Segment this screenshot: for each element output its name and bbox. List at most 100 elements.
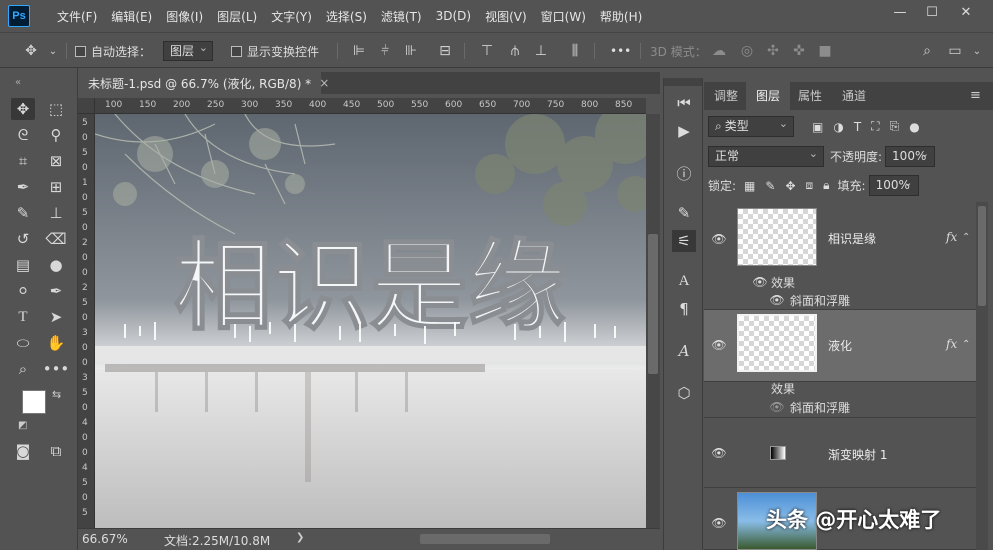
vertical-scrollbar[interactable] [646, 114, 660, 528]
layer-effects-fx-icon[interactable]: fx [946, 230, 957, 244]
3d-pan-icon[interactable]: ✣ [764, 42, 782, 60]
distribute-horizontal-icon[interactable]: ⊟ [436, 42, 454, 60]
filter-shape-icon[interactable]: ⛶ [871, 119, 879, 134]
move-tool-icon[interactable]: ✥ [11, 98, 35, 120]
lock-transparent-icon[interactable]: ▦ [744, 179, 755, 193]
paragraph-panel-icon[interactable]: ¶ [672, 298, 696, 320]
maximize-button[interactable]: ☐ [916, 0, 948, 24]
lock-position-icon[interactable]: ✥ [785, 179, 795, 193]
visibility-eye-icon[interactable]: 👁︎ [711, 338, 726, 352]
eraser-tool-icon[interactable]: ⌫ [44, 228, 68, 250]
history-brush-tool-icon[interactable]: ↺ [11, 228, 35, 250]
3d-panel-icon[interactable]: ⬡ [672, 382, 696, 404]
align-vertical-center-icon[interactable]: ⫛ [506, 42, 524, 60]
tab-properties[interactable]: 属性 [788, 82, 832, 110]
quick-select-tool-icon[interactable]: ⚲ [44, 124, 68, 146]
filter-pixel-icon[interactable]: ▣ [812, 120, 823, 134]
effects-visibility-eye-icon[interactable]: 👁︎ [752, 275, 767, 289]
blur-tool-icon[interactable]: ● [44, 254, 68, 276]
menu-edit[interactable]: 编辑(E) [104, 8, 159, 25]
quick-mask-icon[interactable]: ◙ [11, 440, 35, 462]
expand-effects-chevron-icon[interactable]: ⌃ [962, 232, 970, 243]
swap-colors-icon[interactable]: ⇆ [52, 388, 61, 401]
zoom-level[interactable]: 66.67% [82, 532, 128, 546]
menu-window[interactable]: 窗口(W) [534, 8, 593, 25]
3d-orbit-icon[interactable]: ☁ [710, 42, 728, 60]
menu-view[interactable]: 视图(V) [478, 8, 534, 25]
collapse-icon[interactable]: « [6, 71, 30, 93]
tab-layers[interactable]: 图层 [746, 82, 791, 110]
scrollbar-thumb[interactable] [978, 206, 986, 306]
menu-3d[interactable]: 3D(D) [429, 9, 478, 23]
layer-name[interactable]: 液化 [828, 337, 852, 354]
menu-select[interactable]: 选择(S) [319, 8, 374, 25]
info-panel-icon[interactable]: ⓘ [672, 162, 696, 184]
bevel-emboss-eye-icon[interactable]: 👁︎ [769, 400, 784, 414]
workspace-icon[interactable]: ▭ [946, 42, 964, 60]
align-left-icon[interactable]: ⊫ [350, 42, 368, 60]
visibility-eye-icon[interactable]: 👁︎ [711, 516, 726, 530]
3d-camera-icon[interactable]: ■ [816, 42, 834, 60]
actions-play-icon[interactable]: ▶ [672, 120, 696, 142]
layer-row-text[interactable]: 👁︎ 相识是缘 fx ⌃ 👁︎ 效果 👁︎ 斜面和浮雕 [704, 202, 976, 310]
gradient-tool-icon[interactable]: ▤ [11, 254, 35, 276]
bevel-emboss-eye-icon[interactable]: 👁︎ [769, 293, 784, 307]
menu-image[interactable]: 图像(I) [159, 8, 210, 25]
document-canvas[interactable]: 相识是缘 [95, 114, 646, 528]
menu-file[interactable]: 文件(F) [50, 8, 104, 25]
minimize-button[interactable]: — [884, 0, 916, 24]
horizontal-scrollbar-thumb[interactable] [420, 534, 550, 544]
crop-tool-icon[interactable]: ⌗ [11, 150, 35, 172]
type-tool-icon[interactable]: T [11, 306, 35, 328]
auto-select-checkbox[interactable] [75, 45, 86, 57]
layer-name[interactable]: 渐变映射 1 [828, 446, 887, 463]
lock-all-icon[interactable]: 🔒︎ [823, 178, 829, 193]
ellipse-tool-icon[interactable]: ⬭ [11, 332, 35, 354]
bevel-emboss-effect[interactable]: 斜面和浮雕 [790, 292, 850, 309]
glyphs-panel-icon[interactable]: A [672, 340, 696, 362]
document-tab[interactable]: 未标题-1.psd @ 66.7% (液化, RGB/8) * × [78, 72, 329, 94]
show-transform-checkbox[interactable] [231, 45, 242, 57]
layer-row-liquify[interactable]: 👁︎ 液化 fx ⌃ [704, 310, 976, 382]
layers-scrollbar[interactable] [976, 202, 988, 550]
blend-mode-dropdown[interactable]: 正常 [708, 144, 824, 167]
layer-row-gradient-map[interactable]: 👁︎ 渐变映射 1 [704, 418, 976, 488]
pen-tool-icon[interactable]: ✒ [44, 280, 68, 302]
visibility-eye-icon[interactable]: 👁︎ [711, 446, 726, 460]
more-options-button[interactable]: ••• [610, 41, 631, 61]
menu-type[interactable]: 文字(Y) [264, 8, 319, 25]
close-window-button[interactable]: ✕ [950, 0, 982, 24]
menu-filter[interactable]: 滤镜(T) [374, 8, 429, 25]
align-right-icon[interactable]: ⊪ [402, 42, 420, 60]
tab-channels[interactable]: 通道 [832, 82, 876, 110]
lock-artboard-icon[interactable]: ⧈ [806, 178, 814, 193]
opacity-input[interactable]: 100% [885, 144, 936, 167]
status-menu-arrow-icon[interactable]: ❯ [296, 532, 304, 543]
distribute-vertical-icon[interactable]: ⫼ [566, 42, 584, 60]
default-colors-icon[interactable]: ◩ [18, 420, 27, 431]
tool-preset-chevron-icon[interactable]: ⌄ [44, 42, 62, 60]
filter-type-icon[interactable]: T [854, 120, 861, 134]
filter-kind-dropdown[interactable]: ⌕ 类型 [708, 114, 794, 137]
menu-help[interactable]: 帮助(H) [593, 8, 649, 25]
expand-effects-chevron-icon[interactable]: ⌃ [962, 339, 970, 350]
panel-menu-icon[interactable]: ≡ [970, 88, 981, 103]
brush-settings-icon[interactable]: ✎ [672, 202, 696, 224]
close-document-icon[interactable]: × [319, 76, 329, 90]
move-tool-icon[interactable]: ✥ [22, 42, 40, 60]
align-bottom-icon[interactable]: ⊥ [532, 42, 550, 60]
align-top-icon[interactable]: ⊤ [478, 42, 496, 60]
3d-roll-icon[interactable]: ◎ [738, 42, 756, 60]
character-panel-icon[interactable]: A [672, 270, 696, 292]
search-icon[interactable]: ⌕ [918, 42, 936, 60]
filter-adjustment-icon[interactable]: ◑ [833, 120, 843, 134]
history-panel-icon[interactable]: ⏮ [672, 92, 696, 114]
healing-brush-tool-icon[interactable]: ⊞ [44, 176, 68, 198]
zoom-tool-icon[interactable]: ⌕ [11, 358, 35, 380]
hand-tool-icon[interactable]: ✋ [44, 332, 68, 354]
layer-name[interactable]: 相识是缘 [828, 230, 876, 247]
lasso-tool-icon[interactable]: ᘓ [11, 124, 35, 146]
scrollbar-thumb[interactable] [648, 234, 658, 374]
filter-smart-object-icon[interactable]: ⎘ [890, 119, 900, 134]
lock-pixels-icon[interactable]: ✎ [765, 179, 775, 193]
